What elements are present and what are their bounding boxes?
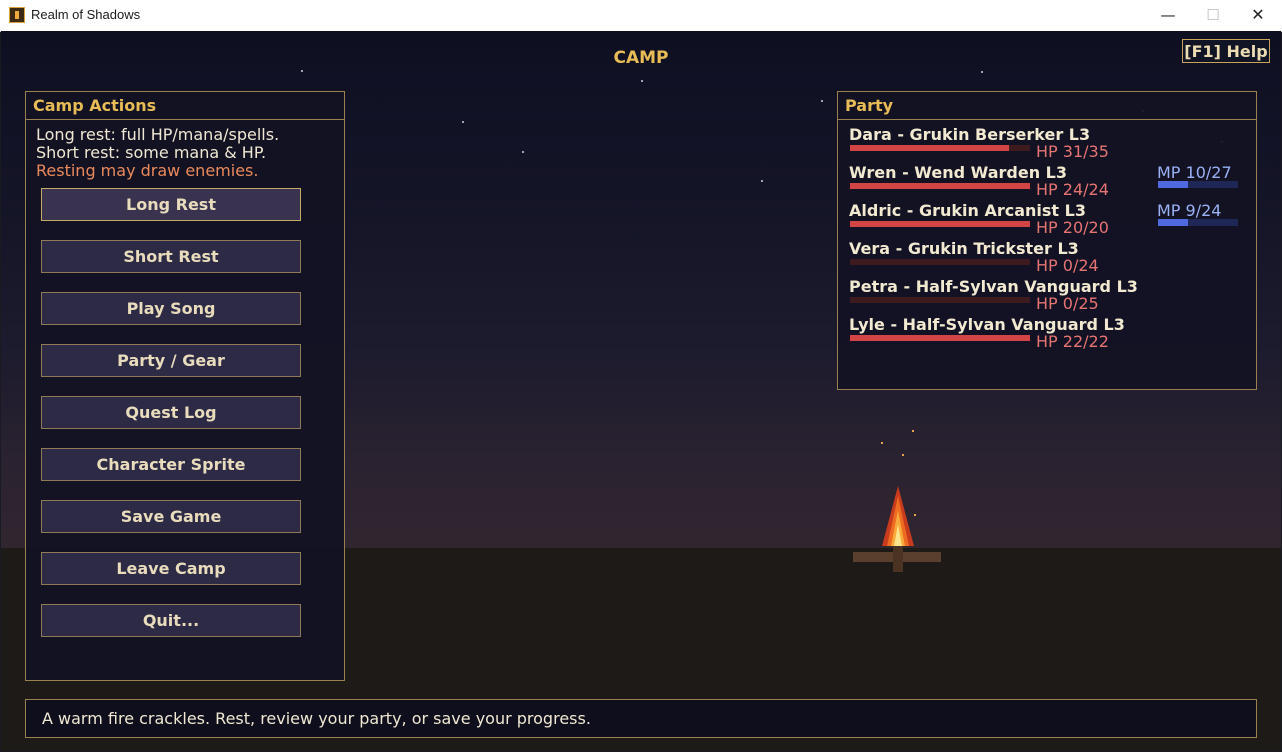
hp-bar (850, 221, 1030, 227)
mp-bar (1158, 219, 1238, 226)
help-button[interactable]: [F1] Help (1182, 39, 1270, 63)
info-warning: Resting may draw enemies. (36, 161, 259, 180)
quit-button[interactable]: Quit... (41, 604, 301, 637)
ember (881, 442, 883, 444)
hp-text: HP 0/25 (1036, 294, 1099, 313)
mp-text: MP 10/27 (1157, 163, 1232, 182)
star (761, 180, 763, 182)
panel-title: Party (845, 96, 894, 115)
party-member-petra[interactable]: Petra - Half-Sylvan Vanguard L3 HP 0/25 (838, 277, 1256, 316)
party-member-dara[interactable]: Dara - Grukin Berserker L3 HP 31/35 (838, 125, 1256, 164)
quest-log-button[interactable]: Quest Log (41, 396, 301, 429)
hp-text: HP 24/24 (1036, 180, 1109, 199)
mp-bar (1158, 181, 1238, 188)
party-member-aldric[interactable]: Aldric - Grukin Arcanist L3 HP 20/20 MP … (838, 201, 1256, 240)
hp-bar (850, 335, 1030, 341)
leave-camp-button[interactable]: Leave Camp (41, 552, 301, 585)
hp-bar-fill (850, 221, 1030, 227)
hp-bar (850, 145, 1030, 151)
hp-text: HP 20/20 (1036, 218, 1109, 237)
window-title: Realm of Shadows (31, 7, 141, 22)
campfire-icon (853, 486, 941, 572)
hp-bar-fill (850, 145, 1010, 151)
hp-bar-fill (850, 183, 1030, 189)
hp-text: HP 0/24 (1036, 256, 1099, 275)
star (981, 71, 983, 73)
hp-bar (850, 183, 1030, 189)
star (641, 80, 643, 82)
minimize-button[interactable]: — (1145, 0, 1191, 31)
star (301, 70, 303, 72)
play-song-button[interactable]: Play Song (41, 292, 301, 325)
mp-bar-fill (1158, 181, 1188, 188)
game-window: Realm of Shadows — ☐ ✕ CAMP [F1] Help Ca… (0, 0, 1282, 752)
message-text: A warm fire crackles. Rest, review your … (42, 709, 591, 728)
hp-bar (850, 259, 1030, 265)
ember (902, 454, 904, 456)
party-panel: Party Dara - Grukin Berserker L3 HP 31/3… (837, 91, 1257, 390)
camp-scene: CAMP [F1] Help Camp Actions Long rest: f… (1, 31, 1281, 751)
hp-bar-fill (850, 335, 1030, 341)
camp-actions-panel: Camp Actions Long rest: full HP/mana/spe… (25, 91, 345, 681)
message-bar: A warm fire crackles. Rest, review your … (25, 699, 1257, 738)
star (522, 151, 524, 153)
info-short-rest: Short rest: some mana & HP. (36, 143, 267, 162)
star (821, 100, 823, 102)
mp-text: MP 9/24 (1157, 201, 1222, 220)
hp-text: HP 31/35 (1036, 142, 1109, 161)
party-member-lyle[interactable]: Lyle - Half-Sylvan Vanguard L3 HP 22/22 (838, 315, 1256, 354)
long-rest-button[interactable]: Long Rest (41, 188, 301, 221)
character-sprite-button[interactable]: Character Sprite (41, 448, 301, 481)
screen-title: CAMP (613, 48, 669, 68)
divider (26, 119, 344, 120)
party-member-vera[interactable]: Vera - Grukin Trickster L3 HP 0/24 (838, 239, 1256, 278)
info-long-rest: Long rest: full HP/mana/spells. (36, 125, 280, 144)
title-bar[interactable]: Realm of Shadows — ☐ ✕ (0, 0, 1282, 32)
short-rest-button[interactable]: Short Rest (41, 240, 301, 273)
party-member-wren[interactable]: Wren - Wend Warden L3 HP 24/24 MP 10/27 (838, 163, 1256, 202)
save-game-button[interactable]: Save Game (41, 500, 301, 533)
ember (912, 430, 914, 432)
hp-text: HP 22/22 (1036, 332, 1109, 351)
member-name: Wren - Wend Warden L3 (849, 163, 1067, 182)
mp-bar-fill (1158, 219, 1188, 226)
hp-bar (850, 297, 1030, 303)
maximize-button[interactable]: ☐ (1190, 0, 1236, 31)
divider (838, 119, 1256, 120)
app-icon (9, 7, 25, 23)
close-button[interactable]: ✕ (1235, 0, 1281, 31)
party-gear-button[interactable]: Party / Gear (41, 344, 301, 377)
panel-title: Camp Actions (33, 96, 157, 115)
star (462, 121, 464, 123)
